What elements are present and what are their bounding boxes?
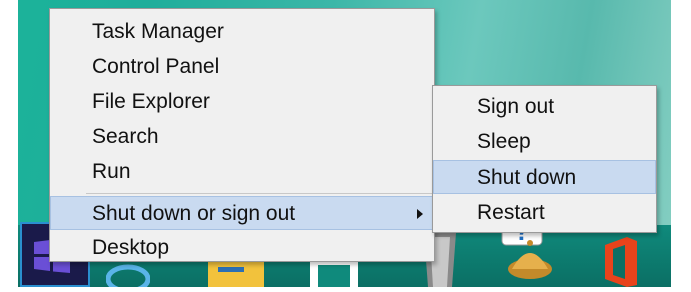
- shut-down-submenu: Sign out Sleep Shut down Restart: [432, 85, 657, 233]
- menu-item-control-panel[interactable]: Control Panel: [50, 50, 434, 84]
- power-user-menu: Task Manager Control Panel File Explorer…: [49, 8, 435, 262]
- menu-item-shut-down-or-sign-out[interactable]: Shut down or sign out: [50, 196, 434, 230]
- right-margin: [671, 0, 691, 287]
- menu-item-label: Control Panel: [92, 55, 220, 78]
- menu-item-label: Desktop: [92, 236, 170, 259]
- submenu-item-restart[interactable]: Restart: [433, 196, 656, 230]
- menu-item-task-manager[interactable]: Task Manager: [50, 15, 434, 49]
- submenu-arrow-icon: [417, 209, 423, 219]
- submenu-item-sleep[interactable]: Sleep: [433, 125, 656, 159]
- submenu-item-label: Sleep: [477, 130, 531, 153]
- menu-item-file-explorer[interactable]: File Explorer: [50, 85, 434, 119]
- menu-item-label: File Explorer: [92, 90, 210, 113]
- submenu-item-label: Sign out: [477, 95, 555, 118]
- submenu-item-shut-down[interactable]: Shut down: [433, 160, 656, 194]
- menu-item-label: Task Manager: [92, 20, 224, 43]
- menu-item-search[interactable]: Search: [50, 120, 434, 154]
- menu-item-desktop[interactable]: Desktop: [50, 231, 434, 265]
- left-margin: [0, 0, 18, 287]
- menu-item-label: Run: [92, 160, 131, 183]
- menu-item-run[interactable]: Run: [50, 155, 434, 189]
- menu-separator: [86, 193, 432, 194]
- office-icon[interactable]: [603, 235, 639, 287]
- menu-item-label: Shut down or sign out: [92, 202, 296, 225]
- submenu-item-label: Shut down: [477, 166, 577, 189]
- submenu-item-sign-out[interactable]: Sign out: [433, 90, 656, 124]
- submenu-item-label: Restart: [477, 201, 545, 224]
- menu-item-label: Search: [92, 125, 159, 148]
